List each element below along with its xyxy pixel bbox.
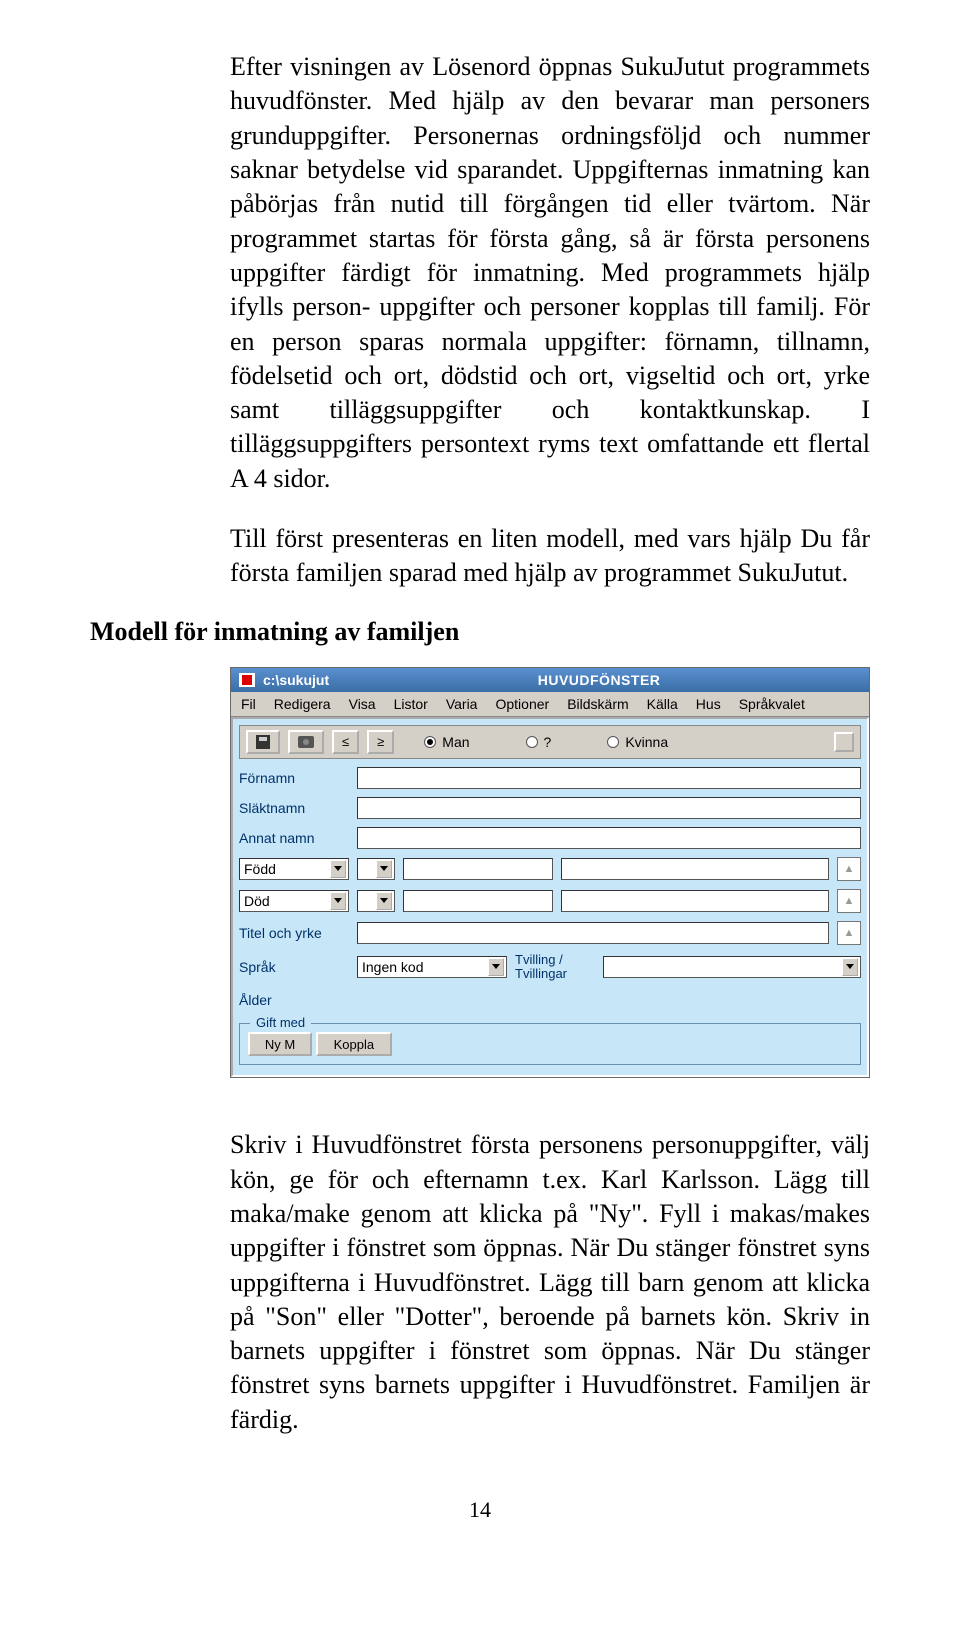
toolbar-toggle[interactable]: [834, 732, 854, 752]
input-dod-place[interactable]: [561, 890, 829, 912]
combo-fodd-2[interactable]: [357, 858, 395, 880]
floppy-icon: [256, 735, 270, 749]
form-panel: ≤ ≥ Man ? Kvinna Förnamn Släktnamn: [231, 717, 869, 1078]
gender-unknown-label: ?: [544, 734, 552, 750]
chevron-down-icon: [376, 860, 392, 878]
paragraph-2: Till först presenteras en liten modell, …: [230, 522, 870, 591]
chevron-down-icon: [330, 860, 346, 878]
label-slaktnamn: Släktnamn: [239, 800, 349, 816]
window-title: HUVUDFÖNSTER: [337, 672, 861, 688]
combo-tvilling[interactable]: [603, 956, 861, 978]
nav-next-button[interactable]: ≥: [367, 730, 394, 754]
chevron-down-icon: [842, 958, 858, 976]
input-annat[interactable]: [357, 827, 861, 849]
title-bar: c:\sukujut HUVUDFÖNSTER: [231, 668, 869, 692]
menu-redigera[interactable]: Redigera: [274, 696, 331, 712]
combo-fodd-value: Född: [244, 861, 276, 877]
app-window: c:\sukujut HUVUDFÖNSTER Fil Redigera Vis…: [230, 667, 870, 1079]
paragraph-1: Efter visningen av Lösenord öppnas SukuJ…: [230, 50, 870, 496]
label-annat: Annat namn: [239, 830, 349, 846]
gender-unknown-radio[interactable]: ?: [526, 734, 552, 750]
gift-med-group: Gift med Ny M Koppla: [239, 1023, 861, 1065]
menu-sprakvalet[interactable]: Språkvalet: [739, 696, 805, 712]
input-fornamn[interactable]: [357, 767, 861, 789]
input-fodd-place[interactable]: [561, 858, 829, 880]
combo-dod-2[interactable]: [357, 890, 395, 912]
menu-bildskarm[interactable]: Bildskärm: [567, 696, 628, 712]
menu-bar: Fil Redigera Visa Listor Varia Optioner …: [231, 692, 869, 717]
value-alder: [357, 989, 861, 1011]
toolbar: ≤ ≥ Man ? Kvinna: [239, 725, 861, 759]
label-alder: Ålder: [239, 992, 349, 1008]
camera-icon: [298, 736, 314, 748]
app-icon: [239, 673, 255, 687]
gender-man-radio[interactable]: Man: [424, 734, 469, 750]
combo-fodd[interactable]: Född: [239, 858, 349, 880]
btn-dod-extra[interactable]: ▲: [837, 889, 861, 913]
page-number: 14: [90, 1497, 870, 1523]
input-fodd-date[interactable]: [403, 858, 553, 880]
gender-kvinna-radio[interactable]: Kvinna: [607, 734, 668, 750]
menu-optioner[interactable]: Optioner: [495, 696, 549, 712]
input-slaktnamn[interactable]: [357, 797, 861, 819]
camera-button[interactable]: [288, 730, 324, 754]
menu-varia[interactable]: Varia: [446, 696, 478, 712]
btn-fodd-extra[interactable]: ▲: [837, 857, 861, 881]
nav-prev-button[interactable]: ≤: [332, 730, 359, 754]
menu-fil[interactable]: Fil: [241, 696, 256, 712]
input-dod-date[interactable]: [403, 890, 553, 912]
label-tvilling: Tvilling / Tvillingar: [515, 953, 595, 982]
label-titel: Titel och yrke: [239, 925, 349, 941]
combo-dod[interactable]: Död: [239, 890, 349, 912]
save-button[interactable]: [246, 730, 280, 754]
combo-dod-value: Död: [244, 893, 270, 909]
window-path: c:\sukujut: [263, 672, 329, 688]
combo-sprak-value: Ingen kod: [362, 959, 424, 975]
btn-titel-extra[interactable]: ▲: [837, 921, 861, 945]
paragraph-3: Skriv i Huvudfönstret första personens p…: [230, 1128, 870, 1437]
koppla-button[interactable]: Koppla: [316, 1032, 392, 1056]
input-titel[interactable]: [357, 922, 829, 944]
ny-m-button[interactable]: Ny M: [248, 1032, 312, 1056]
menu-listor[interactable]: Listor: [394, 696, 428, 712]
menu-visa[interactable]: Visa: [349, 696, 376, 712]
combo-sprak[interactable]: Ingen kod: [357, 956, 507, 978]
section-heading: Modell för inmatning av familjen: [90, 617, 870, 647]
chevron-down-icon: [488, 958, 504, 976]
gender-kvinna-label: Kvinna: [625, 734, 668, 750]
menu-hus[interactable]: Hus: [696, 696, 721, 712]
chevron-down-icon: [330, 892, 346, 910]
gender-man-label: Man: [442, 734, 469, 750]
label-fornamn: Förnamn: [239, 770, 349, 786]
legend-gift: Gift med: [250, 1015, 311, 1030]
menu-kalla[interactable]: Källa: [647, 696, 678, 712]
label-sprak: Språk: [239, 959, 349, 975]
chevron-down-icon: [376, 892, 392, 910]
